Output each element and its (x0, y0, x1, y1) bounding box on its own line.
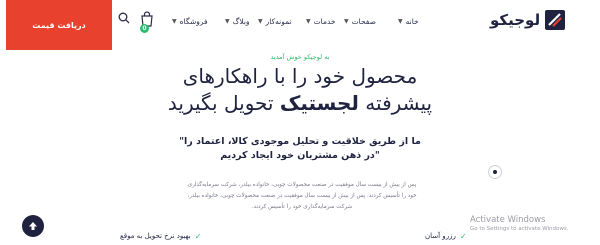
search-icon[interactable] (118, 12, 130, 26)
nav-item-services[interactable]: ▼ خدمات (306, 14, 336, 28)
windows-activation-watermark: Activate Windows Go to Settings to activ… (470, 215, 600, 232)
nav-label: خانه (405, 16, 419, 26)
site-logo[interactable]: لوجیکو (490, 8, 578, 32)
cursor-indicator (488, 165, 502, 179)
hero-heading-line1: محصول خود را با راهکارهای (182, 64, 418, 88)
feature-label: رزرو آسان (425, 232, 456, 240)
get-quote-button[interactable]: دریافت قیمت (6, 0, 112, 50)
feature-label: بهبود نرخ تحویل به موقع (120, 232, 191, 240)
site-header: دریافت قیمت 0 ▼ فروشگاه ▼ وبلاگ ▼ نمونه‌… (0, 0, 600, 50)
nav-label: نمونه‌کار (265, 16, 292, 26)
nav-item-pages[interactable]: ▼ صفحات (344, 14, 376, 28)
nav-label: صفحات (351, 16, 376, 26)
chevron-down-icon: ▼ (306, 17, 311, 25)
hero-quote-line1: "ما از طریق خلاقیت و تحلیل موجودی کالا، … (179, 136, 421, 147)
cart-count-badge: 0 (140, 24, 149, 33)
scroll-to-top-button[interactable] (22, 215, 44, 237)
nav-item-blog[interactable]: ▼ وبلاگ (225, 14, 250, 28)
chevron-down-icon: ▼ (172, 17, 177, 25)
chevron-down-icon: ▼ (398, 17, 403, 25)
hero-heading-line2: پیشرفته لجستیک تحویل بگیرید (0, 91, 600, 115)
nav-label: فروشگاه (179, 16, 208, 26)
nav-item-portfolio[interactable]: ▼ نمونه‌کار (258, 14, 292, 28)
heading-part: تحویل بگیرید (167, 91, 280, 115)
nav-item-home[interactable]: ▼ خانه (398, 14, 419, 28)
logo-text: لوجیکو (490, 11, 541, 29)
hero-description: پس از بیش از بیست سال موفقیت در صنعت محص… (187, 182, 417, 210)
hero-kicker: به لوجیکو خوش آمدید (270, 53, 330, 61)
check-icon: ✓ (459, 231, 467, 241)
check-icon: ✓ (194, 231, 202, 241)
chevron-down-icon: ▼ (225, 17, 230, 25)
chevron-down-icon: ▼ (258, 17, 263, 25)
nav-item-shop[interactable]: ▼ فروشگاه (172, 14, 208, 28)
logo-mark-icon (545, 10, 566, 30)
heading-highlight: لجستیک (279, 91, 359, 115)
nav-label: خدمات (313, 16, 336, 26)
heading-part: پیشرفته (358, 91, 433, 115)
feature-easy-booking: رزرو آسان ✓ (425, 230, 467, 242)
feature-on-time-delivery: بهبود نرخ تحویل به موقع ✓ (120, 230, 201, 242)
cursor-dot (493, 170, 497, 174)
chevron-down-icon: ▼ (344, 17, 349, 25)
arrow-up-icon (29, 222, 37, 230)
hero-quote-line2: در ذهن مشتریان خود ایجاد کردیم" (220, 150, 380, 161)
nav-label: وبلاگ (232, 16, 250, 26)
watermark-subtitle: Go to Settings to activate Windows. (470, 226, 569, 232)
watermark-title: Activate Windows (470, 215, 546, 225)
